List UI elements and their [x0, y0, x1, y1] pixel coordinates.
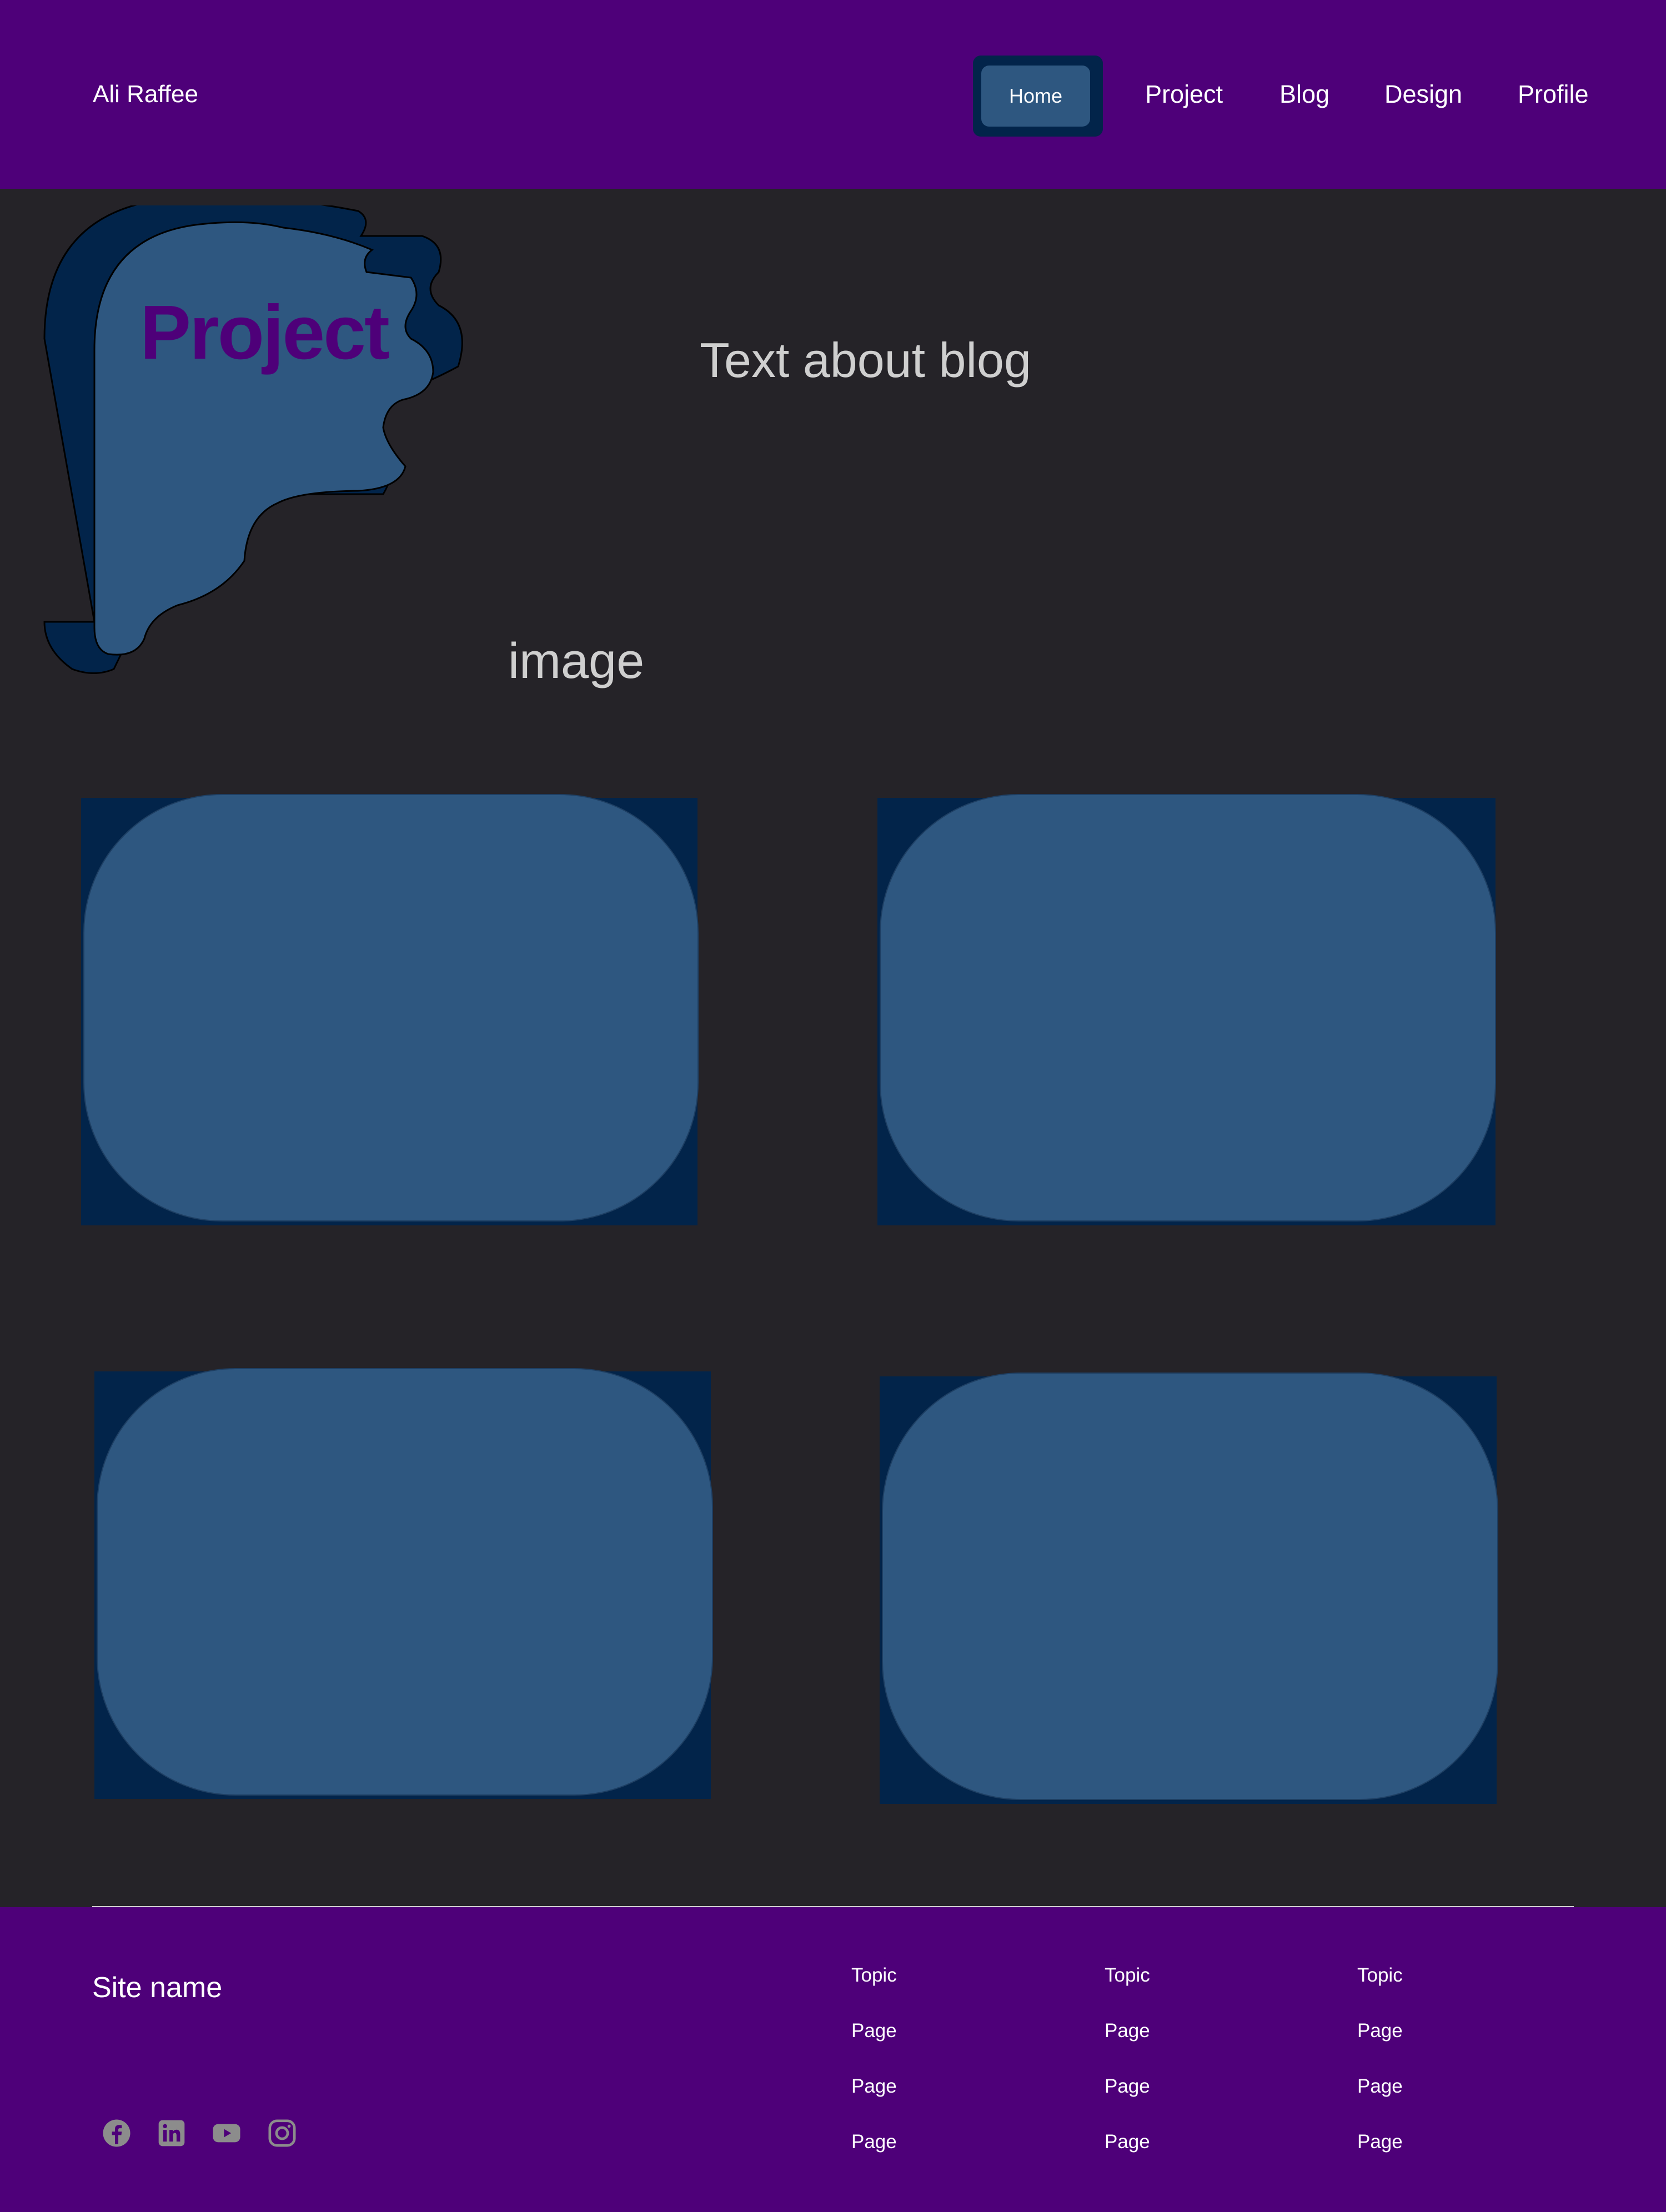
nav-blog-link[interactable]: Blog [1279, 80, 1329, 109]
project-card-3-inner [97, 1368, 713, 1796]
footer-col-1-topic: Topic [851, 1964, 897, 1986]
footer-col-2-page-3[interactable]: Page [1105, 2131, 1150, 2153]
footer-site-name: Site name [92, 1972, 223, 2004]
project-card-1-inner [83, 794, 699, 1221]
facebook-icon[interactable] [101, 2118, 132, 2149]
hero-text: Text about blog [700, 333, 1031, 388]
nav-design-link[interactable]: Design [1384, 80, 1462, 109]
linkedin-icon[interactable] [156, 2118, 187, 2149]
footer-col-3-page-2[interactable]: Page [1357, 2075, 1403, 2098]
nav-project-link[interactable]: Project [1145, 80, 1223, 109]
footer-col-3-page-1[interactable]: Page [1357, 2020, 1403, 2042]
instagram-icon[interactable] [267, 2118, 298, 2149]
hero-title: Project [140, 290, 390, 375]
footer-col-2-page-1[interactable]: Page [1105, 2020, 1150, 2042]
footer-col-1-page-1[interactable]: Page [851, 2020, 897, 2042]
footer-col-2-topic: Topic [1105, 1964, 1150, 1986]
hero-blob-shape [43, 205, 463, 674]
nav-profile-link[interactable]: Profile [1518, 80, 1589, 109]
site-footer [0, 1907, 1666, 2212]
footer-col-2-page-2[interactable]: Page [1105, 2075, 1150, 2098]
project-card-4-inner [882, 1373, 1498, 1800]
site-brand[interactable]: Ali Raffee [93, 81, 198, 108]
project-card-2-inner [880, 794, 1496, 1221]
nav-home-button[interactable]: Home [981, 66, 1090, 127]
youtube-icon[interactable] [211, 2118, 242, 2149]
footer-col-1-page-2[interactable]: Page [851, 2075, 897, 2098]
footer-col-3-page-3[interactable]: Page [1357, 2131, 1403, 2153]
footer-col-3-topic: Topic [1357, 1964, 1403, 1986]
hero-image-placeholder: image [508, 634, 645, 689]
footer-col-1-page-3[interactable]: Page [851, 2131, 897, 2153]
